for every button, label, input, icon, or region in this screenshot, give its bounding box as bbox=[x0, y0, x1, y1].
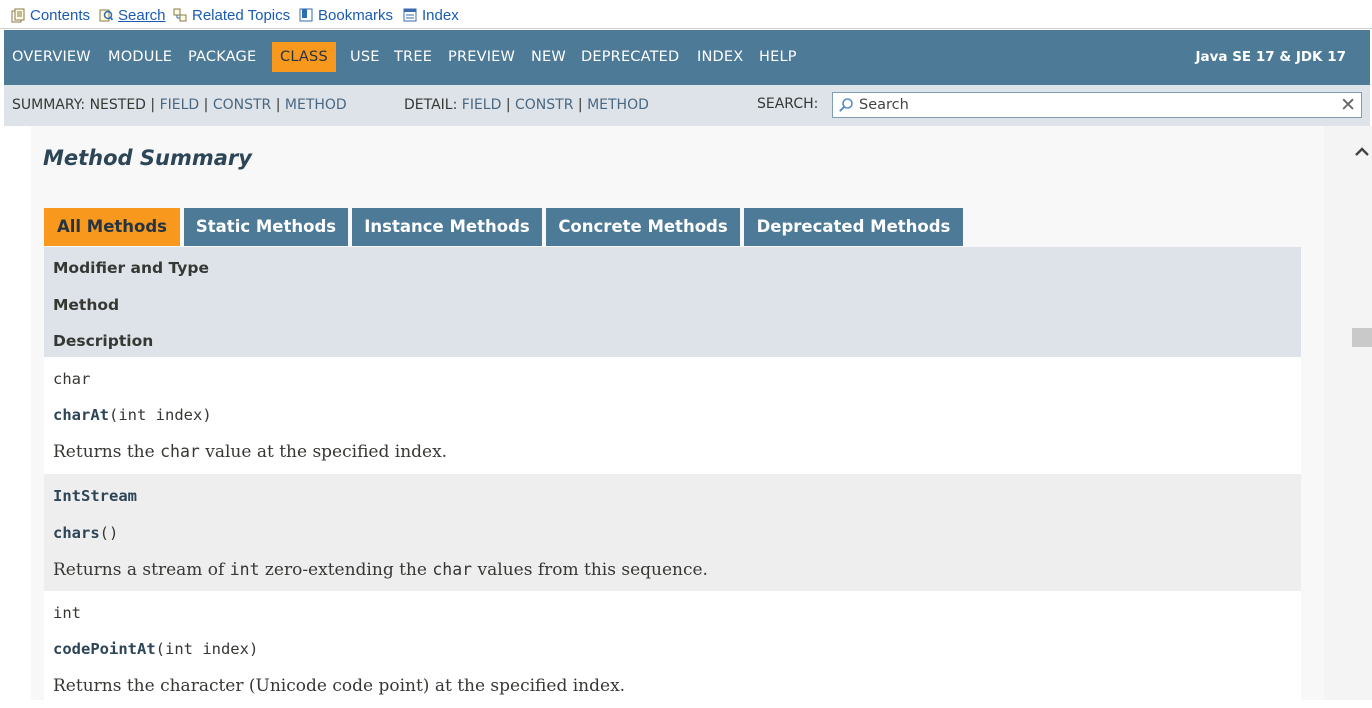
search-label: SEARCH: bbox=[757, 96, 819, 112]
index-icon bbox=[403, 8, 417, 21]
desc-code: int bbox=[229, 560, 260, 579]
desc-text: Returns a stream of bbox=[53, 560, 230, 580]
nav-module[interactable]: MODULE bbox=[100, 42, 180, 72]
tab-instance-methods[interactable]: Instance Methods bbox=[352, 208, 542, 246]
search-link-label: Search bbox=[118, 6, 166, 24]
java-version-label: Java SE 17 & JDK 17 bbox=[1195, 49, 1346, 65]
nav-help[interactable]: HELP bbox=[751, 42, 805, 72]
table-row: char charAt(int index) Returns the char … bbox=[44, 357, 1301, 474]
nav-deprecated[interactable]: DEPRECATED bbox=[573, 42, 687, 72]
related-topics-link[interactable]: Related Topics bbox=[173, 5, 290, 25]
method-description: Returns a stream of int zero-extending t… bbox=[53, 560, 708, 580]
related-topics-icon bbox=[173, 8, 187, 21]
table-header: Modifier and Type Method Description bbox=[44, 247, 1301, 357]
bookmarks-link[interactable]: Bookmarks bbox=[299, 5, 393, 25]
search-box[interactable]: ✕ bbox=[832, 92, 1362, 118]
contents-link[interactable]: Contents bbox=[11, 5, 90, 25]
method-params: (int index) bbox=[155, 640, 259, 658]
header-description: Description bbox=[53, 332, 154, 350]
method-description: Returns the character (Unicode code poin… bbox=[53, 676, 625, 696]
summary-constr-link[interactable]: CONSTR bbox=[213, 97, 271, 113]
tab-static-methods[interactable]: Static Methods bbox=[184, 208, 348, 246]
tab-concrete-methods[interactable]: Concrete Methods bbox=[546, 208, 740, 246]
summary-nav: SUMMARY: NESTED | FIELD | CONSTR | METHO… bbox=[12, 97, 347, 113]
table-row: int codePointAt(int index) Returns the c… bbox=[44, 591, 1301, 708]
table-row: IntStream chars() Returns a stream of in… bbox=[44, 474, 1301, 591]
nav-class[interactable]: CLASS bbox=[272, 42, 336, 72]
tab-all-methods[interactable]: All Methods bbox=[44, 208, 180, 246]
detail-constr-link[interactable]: CONSTR bbox=[515, 97, 573, 113]
header-method: Method bbox=[53, 296, 120, 314]
desc-text: Returns the character (Unicode code poin… bbox=[53, 676, 626, 696]
contents-label: Contents bbox=[30, 6, 91, 24]
separator: | bbox=[275, 97, 281, 113]
index-link[interactable]: Index bbox=[403, 5, 459, 25]
scrollbar-thumb[interactable] bbox=[1352, 328, 1372, 347]
method-params: (int index) bbox=[109, 406, 212, 424]
return-type: IntStream bbox=[53, 487, 137, 505]
method-link[interactable]: chars bbox=[53, 524, 100, 542]
desc-code: char bbox=[160, 442, 200, 461]
detail-label: DETAIL: bbox=[404, 97, 458, 113]
vertical-scrollbar[interactable] bbox=[1324, 126, 1372, 700]
tab-deprecated-methods[interactable]: Deprecated Methods bbox=[744, 208, 963, 246]
related-topics-label: Related Topics bbox=[192, 6, 291, 24]
method-link[interactable]: codePointAt bbox=[53, 640, 156, 658]
magnifier-icon bbox=[839, 98, 853, 112]
desc-text: Returns the bbox=[53, 442, 161, 462]
top-navigation: OVERVIEW MODULE PACKAGE CLASS USE TREE P… bbox=[4, 30, 1370, 85]
help-toolbar: Contents Search Related Topics Bookmarks… bbox=[0, 0, 1372, 29]
method-signature: charAt(int index) bbox=[53, 406, 212, 424]
nav-index[interactable]: INDEX bbox=[689, 42, 751, 72]
separator: | bbox=[150, 97, 156, 113]
nav-tree[interactable]: TREE bbox=[386, 42, 440, 72]
summary-nested: NESTED bbox=[89, 97, 146, 113]
contents-icon bbox=[11, 8, 25, 22]
separator: | bbox=[203, 97, 209, 113]
nav-package[interactable]: PACKAGE bbox=[180, 42, 264, 72]
search-input[interactable] bbox=[859, 95, 1329, 115]
nav-new[interactable]: NEW bbox=[523, 42, 574, 72]
index-link-label: Index bbox=[422, 6, 459, 24]
method-link[interactable]: charAt bbox=[53, 406, 109, 424]
sub-navigation: SUMMARY: NESTED | FIELD | CONSTR | METHO… bbox=[4, 85, 1370, 126]
separator: | bbox=[577, 97, 583, 113]
scroll-up-arrow-icon[interactable] bbox=[1353, 144, 1371, 160]
clear-search-icon[interactable]: ✕ bbox=[1340, 96, 1356, 115]
detail-method-link[interactable]: METHOD bbox=[587, 97, 649, 113]
detail-field-link[interactable]: FIELD bbox=[462, 97, 502, 113]
header-modifier-type: Modifier and Type bbox=[53, 259, 209, 277]
bookmarks-label: Bookmarks bbox=[318, 6, 394, 24]
bookmarks-icon bbox=[299, 8, 313, 21]
separator: | bbox=[505, 97, 511, 113]
nav-preview[interactable]: PREVIEW bbox=[440, 42, 523, 72]
summary-label: SUMMARY: bbox=[12, 97, 86, 113]
method-signature: codePointAt(int index) bbox=[53, 640, 258, 658]
summary-field-link[interactable]: FIELD bbox=[160, 97, 200, 113]
method-params: () bbox=[99, 524, 119, 542]
desc-text: value at the specified index. bbox=[199, 442, 448, 462]
detail-nav: DETAIL: FIELD | CONSTR | METHOD bbox=[404, 97, 649, 113]
return-type: int bbox=[53, 604, 81, 622]
desc-text: values from this sequence. bbox=[472, 560, 708, 580]
method-description: Returns the char value at the specified … bbox=[53, 442, 447, 462]
search-link[interactable]: Search bbox=[99, 5, 166, 25]
desc-text: zero-extending the bbox=[259, 560, 433, 580]
summary-method-link[interactable]: METHOD bbox=[285, 97, 347, 113]
return-type: char bbox=[53, 370, 91, 388]
nav-use[interactable]: USE bbox=[342, 42, 388, 72]
method-signature: chars() bbox=[53, 524, 118, 542]
nav-overview[interactable]: OVERVIEW bbox=[4, 42, 99, 72]
search-help-icon bbox=[99, 9, 113, 21]
desc-code: char bbox=[432, 560, 473, 579]
method-summary-heading: Method Summary bbox=[43, 146, 252, 170]
return-type-link[interactable]: IntStream bbox=[53, 487, 137, 505]
